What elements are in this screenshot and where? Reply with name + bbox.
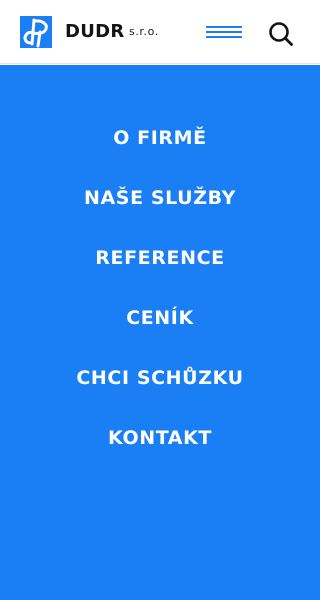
nav-item-reference[interactable]: REFERENCE [0,240,320,300]
search-button[interactable] [266,19,296,49]
nav-list: O FIRMĚ NAŠE SLUŽBY REFERENCE CENÍK CHCI… [0,120,320,480]
nav-item-kontakt[interactable]: KONTAKT [0,420,320,480]
dp-logo-mark-icon [20,16,52,48]
nav-item-nase-sluzby[interactable]: NAŠE SLUŽBY [0,180,320,240]
nav-item-chci-schuzku[interactable]: CHCI SCHŮZKU [0,360,320,420]
mobile-nav-menu: O FIRMĚ NAŠE SLUŽBY REFERENCE CENÍK CHCI… [0,65,320,600]
search-icon [269,22,293,46]
nav-item-cenik[interactable]: CENÍK [0,300,320,360]
site-logo[interactable]: DUDR s.r.o. [20,16,162,48]
logo-name: DUDR [65,21,125,42]
logo-suffix: s.r.o. [129,25,159,38]
nav-item-o-firme[interactable]: O FIRMĚ [0,120,320,180]
site-header: DUDR s.r.o. [0,0,320,64]
menu-toggle-button[interactable] [204,22,244,44]
